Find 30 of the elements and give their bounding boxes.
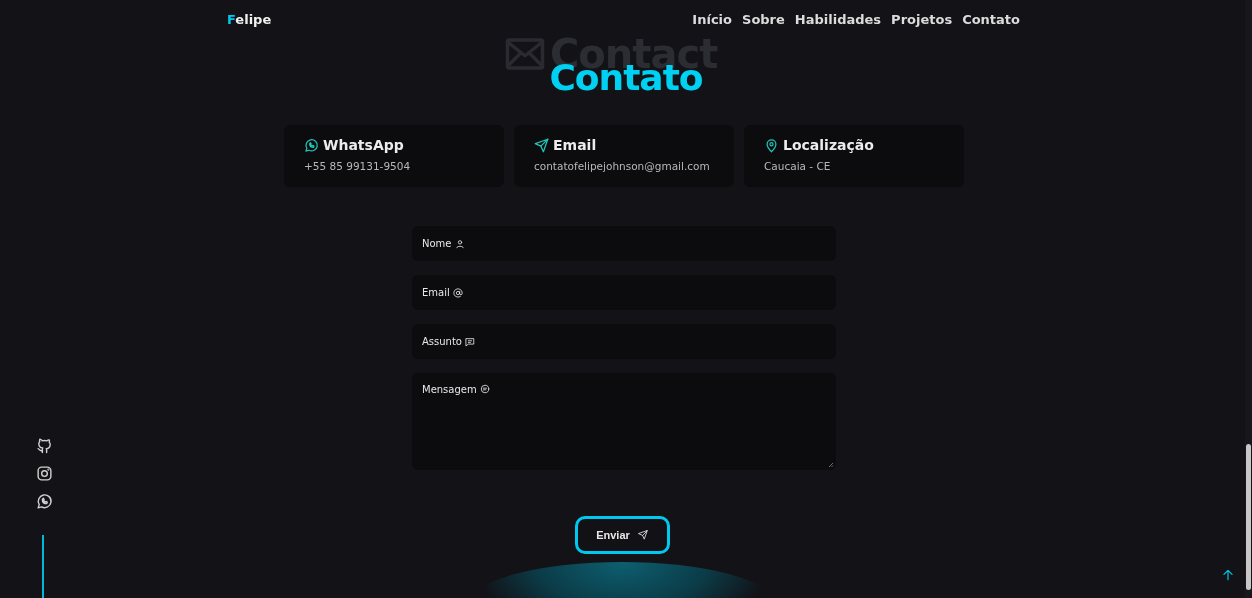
nav-link[interactable]: Início: [692, 11, 732, 27]
paper-plane-icon: [637, 530, 648, 540]
resize-grip-icon[interactable]: [828, 462, 834, 468]
card-title: WhatsApp: [323, 137, 404, 153]
input-field[interactable]: Assunto: [412, 324, 836, 359]
input-field[interactable]: Nome: [412, 226, 836, 261]
chat-icon: [465, 336, 475, 347]
card-value: Caucaia - CE: [764, 160, 832, 172]
scrollbar-thumb[interactable]: [1246, 444, 1251, 590]
card-title: Localização: [783, 137, 874, 153]
scrollbar[interactable]: [1245, 0, 1252, 598]
at-icon: [452, 287, 463, 298]
message-icon: [479, 384, 490, 394]
send-button[interactable]: Enviar: [574, 516, 670, 554]
paper-plane-icon: [534, 137, 549, 153]
arrow-up-icon: [1221, 568, 1235, 582]
whatsapp-icon: [304, 137, 319, 153]
nav-link[interactable]: Contato: [962, 11, 1020, 27]
input-field[interactable]: Email: [412, 275, 836, 310]
nav-link[interactable]: Projetos: [891, 11, 953, 27]
accent-line: [42, 535, 44, 598]
card-title: Email: [553, 137, 597, 153]
nav-link[interactable]: Sobre: [742, 11, 785, 27]
map-pin-icon: [764, 137, 779, 153]
card-value: +55 85 99131-9504: [304, 160, 412, 172]
card-value: contatofelipejohnson@gmail.com: [534, 160, 711, 172]
message-field[interactable]: Mensagem: [412, 373, 836, 470]
nav-link[interactable]: Habilidades: [794, 11, 882, 27]
user-icon: [454, 238, 465, 249]
logo[interactable]: Felipe: [227, 11, 272, 27]
